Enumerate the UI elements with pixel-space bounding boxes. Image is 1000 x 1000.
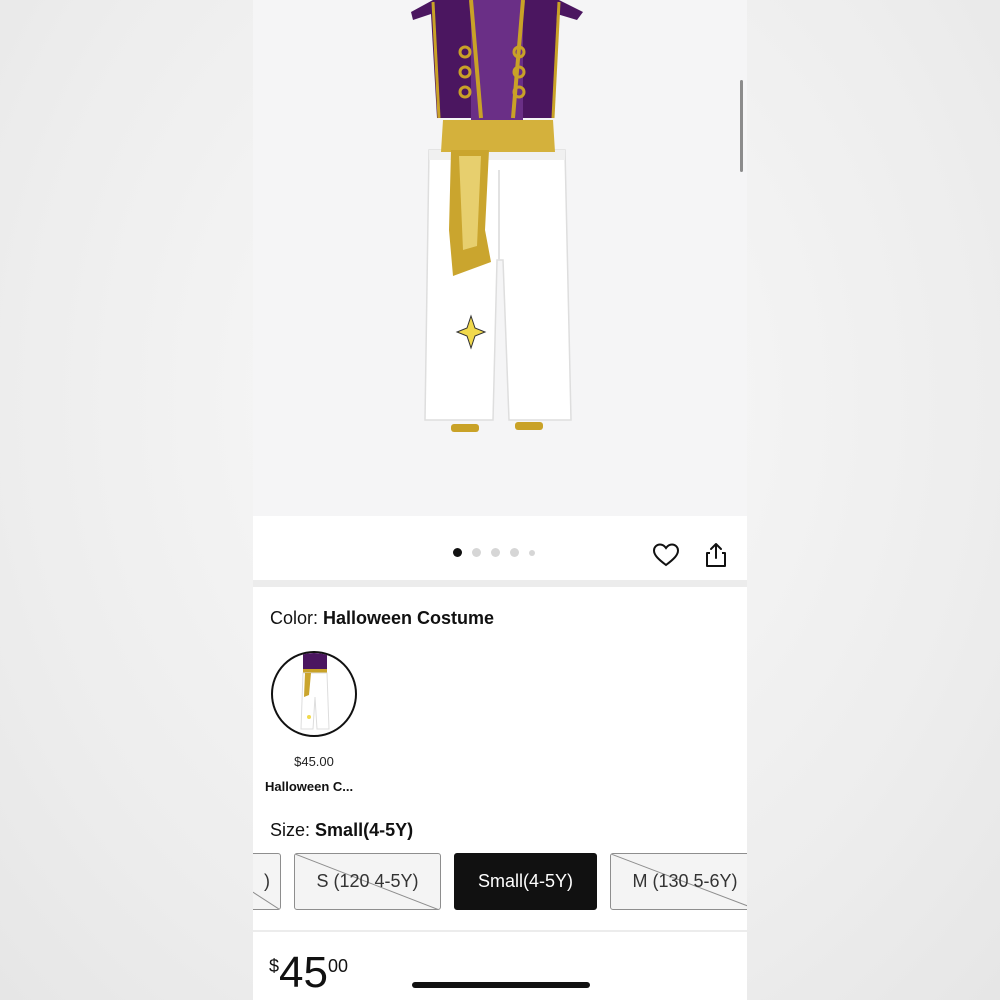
section-divider xyxy=(253,580,747,587)
color-heading: Color: Halloween Costume xyxy=(270,608,494,629)
color-swatch[interactable] xyxy=(271,651,357,737)
share-icon xyxy=(706,543,726,567)
pager-dot-4[interactable] xyxy=(510,548,519,557)
pager-dot-5[interactable] xyxy=(529,549,535,556)
size-value: Small(4-5Y) xyxy=(315,820,414,840)
favorite-button[interactable] xyxy=(651,540,681,570)
size-label: Size: xyxy=(270,820,311,840)
pager-dot-2[interactable] xyxy=(472,548,481,557)
size-option-small[interactable]: Small(4-5Y) xyxy=(454,853,597,910)
product-image[interactable] xyxy=(253,0,747,516)
costume-illustration xyxy=(411,0,583,432)
price-whole: 45 xyxy=(279,948,328,997)
pager-dot-1[interactable] xyxy=(453,548,462,557)
price-currency: $ xyxy=(269,956,280,976)
heart-icon xyxy=(653,543,679,567)
phone-screen: Color: Halloween Costume $45.00 Hallowee… xyxy=(253,0,747,1000)
size-option-m-130[interactable]: M (130 5-6Y) xyxy=(610,853,747,910)
color-value: Halloween Costume xyxy=(323,608,495,628)
size-heading: Size: Small(4-5Y) xyxy=(270,820,413,841)
swatch-name: Halloween C... xyxy=(265,779,354,794)
price-fraction: 00 xyxy=(327,956,348,976)
size-option-s-120[interactable]: S (120 4-5Y) xyxy=(294,853,441,910)
home-indicator[interactable] xyxy=(412,982,590,988)
color-label: Color: xyxy=(270,608,319,628)
swatch-thumbnail xyxy=(300,653,330,730)
swatch-price: $45.00 xyxy=(294,754,334,769)
size-option-partial[interactable]: ) xyxy=(253,853,281,910)
scroll-indicator xyxy=(740,80,743,172)
pager-dot-3[interactable] xyxy=(491,548,500,557)
section-divider-2 xyxy=(253,930,747,932)
image-pager xyxy=(253,516,747,580)
pagination-dots xyxy=(453,548,535,557)
price: $ 45 00 xyxy=(269,950,348,996)
share-button[interactable] xyxy=(701,540,731,570)
